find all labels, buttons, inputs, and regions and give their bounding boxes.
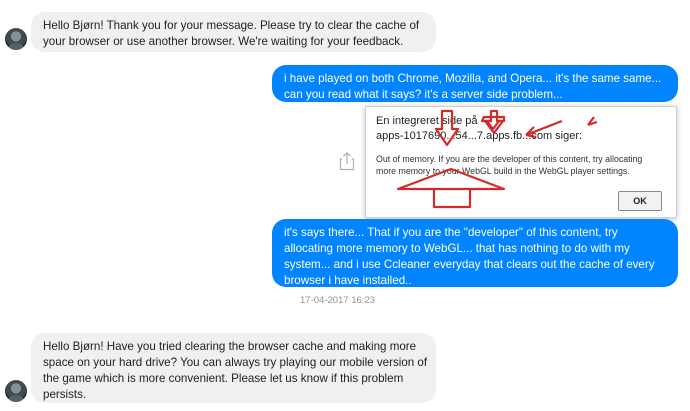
message-timestamp: 17-04-2017 16:23 <box>300 295 376 306</box>
dialog-ok-button[interactable]: OK <box>618 191 662 211</box>
avatar <box>5 28 27 50</box>
message-line: persists. <box>43 388 87 401</box>
message-bubble-incoming: Hello Bjørn! Have you tried clearing the… <box>31 333 436 403</box>
down-arrow-icon <box>480 115 506 131</box>
message-line: allocating more memory to WebGL... that … <box>284 242 630 255</box>
message-line: Hello Bjørn! Thank you for your message.… <box>43 19 420 32</box>
message-bubble-outgoing: it's says there... That if you are the "… <box>272 219 678 287</box>
dialog-origin: apps-1017690...54...7.apps.fb...com sige… <box>376 130 583 142</box>
message-line: Hello Bjørn! Have you tried clearing the… <box>43 340 417 353</box>
message-line: it's says there... That if you are the "… <box>284 226 618 239</box>
share-icon[interactable] <box>339 151 355 171</box>
dialog-message-line: more memory to your WebGL build in the W… <box>376 166 630 176</box>
message-line: can you read what it says? it's a server… <box>284 88 563 101</box>
message-line: i have played on both Chrome, Mozilla, a… <box>284 72 662 85</box>
message-bubble-incoming: Hello Bjørn! Thank you for your message.… <box>31 12 436 52</box>
message-line: system... and i use Ccleaner everyday th… <box>284 258 655 271</box>
message-line: browser i have installed.. <box>284 274 412 287</box>
dialog-message-line: Out of memory. If you are the developer … <box>376 154 643 164</box>
dialog-message: Out of memory. If you are the developer … <box>376 153 642 177</box>
message-bubble-outgoing: i have played on both Chrome, Mozilla, a… <box>272 65 678 102</box>
message-line: your browser or use another browser. We'… <box>43 35 404 48</box>
attached-screenshot-dialog[interactable]: En integreret side på apps-1017690...54.… <box>365 106 677 218</box>
message-line: the game which is more convenient. Pleas… <box>43 372 404 385</box>
message-line: space on your hard drive? You can always… <box>43 356 428 369</box>
right-arrow-icon <box>587 116 598 127</box>
dialog-title: En integreret side på <box>376 115 478 127</box>
avatar <box>5 380 27 402</box>
